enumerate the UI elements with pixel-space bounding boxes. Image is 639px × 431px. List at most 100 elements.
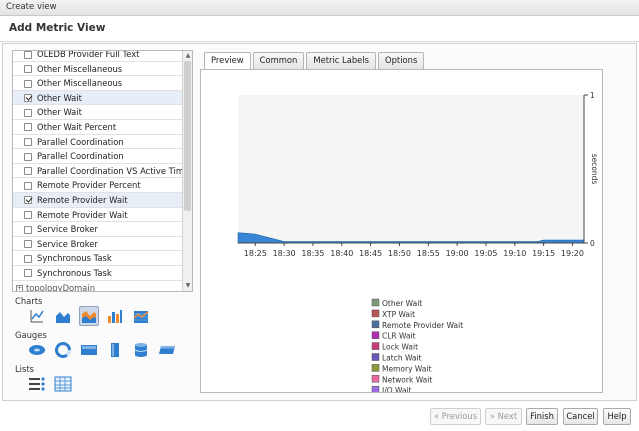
metric-label: Remote Provider Percent xyxy=(37,180,141,191)
metric-list-item[interactable]: Service Broker xyxy=(13,222,183,237)
x-tick-label: 19:10 xyxy=(503,249,526,258)
metric-label: Other Miscellaneous xyxy=(37,78,123,89)
metric-label: Other Wait Percent xyxy=(37,121,117,132)
metric-checkbox[interactable] xyxy=(24,152,32,161)
bar-chart-icon[interactable] xyxy=(105,306,125,326)
grid-table-icon[interactable] xyxy=(53,374,73,394)
metric-checkbox[interactable] xyxy=(24,51,32,59)
tab-options[interactable]: Options xyxy=(378,52,425,69)
legend-label: Latch Wait xyxy=(382,354,422,363)
finish-button[interactable]: Finish xyxy=(526,408,558,425)
metric-label: Parallel Coordination xyxy=(37,151,124,162)
metric-checkbox[interactable] xyxy=(24,138,32,147)
metric-checkbox[interactable] xyxy=(24,240,32,249)
metric-label: Synchronous Task xyxy=(37,267,112,278)
metric-list-item[interactable]: Remote Provider Wait xyxy=(13,208,183,223)
help-button[interactable]: Help xyxy=(603,408,631,425)
metric-list-item[interactable]: Synchronous Task xyxy=(13,266,183,281)
metric-checkbox[interactable] xyxy=(24,94,32,103)
legend-swatch xyxy=(371,353,380,361)
metric-checkbox[interactable] xyxy=(24,123,32,132)
cylinder-gauge-icon[interactable] xyxy=(131,340,151,360)
metric-label: Parallel Coordination xyxy=(37,136,124,147)
expand-icon[interactable]: + xyxy=(16,284,23,291)
metric-checkbox[interactable] xyxy=(24,181,32,190)
metric-checkbox[interactable] xyxy=(24,167,32,176)
line-chart-icon[interactable] xyxy=(27,306,47,326)
metric-list-item[interactable]: Parallel Coordination xyxy=(13,149,183,164)
legend-label: Remote Provider Wait xyxy=(382,321,463,330)
legend-swatch xyxy=(371,385,380,394)
legend-label: Lock Wait xyxy=(382,343,418,352)
stacked-area-chart-icon[interactable] xyxy=(79,306,99,326)
horizontal-bar-gauge-icon[interactable] xyxy=(157,340,177,360)
tab-common[interactable]: Common xyxy=(252,52,305,69)
metric-checklist[interactable]: OLEDB Provider Full Text Other Miscellane… xyxy=(12,50,193,292)
tree-group-label: topologyDomain xyxy=(26,282,96,292)
combo-chart-icon[interactable] xyxy=(131,306,151,326)
metric-checkbox[interactable] xyxy=(24,211,32,220)
list-scrollbar[interactable]: ▲ ▼ xyxy=(182,51,192,291)
previous-button[interactable]: « Previous xyxy=(430,408,481,425)
metric-list-item[interactable]: Other Miscellaneous xyxy=(13,62,183,77)
rectangle-gauge-icon[interactable] xyxy=(79,340,99,360)
preview-chart: 18:25 18:30 18:35 18:40 18:45 18:50 18:55 19:00… xyxy=(237,91,599,417)
metric-list-item[interactable]: Remote Provider Percent xyxy=(13,178,183,193)
x-tick-label: 19:20 xyxy=(561,249,584,258)
metric-checkbox[interactable] xyxy=(24,196,32,205)
metric-list-item[interactable]: Parallel Coordination xyxy=(13,135,183,150)
scroll-down-arrow-icon[interactable]: ▼ xyxy=(184,282,192,290)
metric-list-item[interactable]: Remote Provider Wait xyxy=(13,192,183,208)
metric-checkbox[interactable] xyxy=(24,269,32,278)
legend-swatch xyxy=(371,375,380,383)
metric-list-item[interactable]: Other Wait xyxy=(13,105,183,120)
tree-group-row[interactable]: + topologyDomain xyxy=(13,281,183,292)
metric-label: OLEDB Provider Full Text xyxy=(37,50,140,59)
y-axis-label: seconds xyxy=(590,154,599,185)
metric-checkbox[interactable] xyxy=(24,225,32,234)
bullet-list-icon[interactable] xyxy=(27,374,47,394)
metric-list-item[interactable]: Other Wait xyxy=(13,90,183,106)
metric-list-item[interactable]: Parallel Coordination VS Active Time xyxy=(13,164,189,179)
ring-gauge-icon[interactable] xyxy=(53,340,73,360)
cancel-button[interactable]: Cancel xyxy=(563,408,598,425)
gauges-section-label: Gauges xyxy=(15,330,47,340)
metric-label: Service Broker xyxy=(37,238,98,249)
metric-list-item[interactable]: Service Broker xyxy=(13,237,183,252)
metric-checkbox[interactable] xyxy=(24,65,32,74)
footer-bar: « Previous » Next Finish Cancel Help xyxy=(0,402,639,431)
metric-label: Other Miscellaneous xyxy=(37,63,123,74)
next-button[interactable]: » Next xyxy=(485,408,522,425)
oval-gauge-icon[interactable] xyxy=(27,340,47,360)
scroll-thumb[interactable] xyxy=(184,61,191,211)
x-tick-label: 19:05 xyxy=(474,249,497,258)
metric-list-item[interactable]: Other Miscellaneous xyxy=(13,76,183,91)
metric-list-item[interactable]: OLEDB Provider Full Text xyxy=(13,50,183,62)
legend-label: Other Wait xyxy=(382,299,422,308)
legend-swatch xyxy=(371,298,380,307)
lists-section-label: Lists xyxy=(15,364,35,374)
x-tick-label: 18:40 xyxy=(330,249,353,258)
x-tick-label: 18:25 xyxy=(244,249,267,258)
y-tick-label: 1 xyxy=(590,91,595,100)
legend-swatch xyxy=(371,320,380,329)
area-chart-icon[interactable] xyxy=(53,306,73,326)
preview-panel: 18:25 18:30 18:35 18:40 18:45 18:50 18:55 19:00… xyxy=(200,69,603,417)
metric-list-item[interactable]: Other Wait Percent xyxy=(13,120,183,135)
x-tick-label: 18:45 xyxy=(359,249,382,258)
legend-swatch xyxy=(371,364,380,372)
gauge-type-palette xyxy=(27,340,177,360)
metric-list-item[interactable]: Synchronous Task xyxy=(13,251,183,266)
metric-checkbox[interactable] xyxy=(24,254,32,263)
metric-checkbox[interactable] xyxy=(24,108,32,117)
view-tabs: Preview Common Metric Labels Options xyxy=(204,52,425,71)
vertical-bar-gauge-icon[interactable] xyxy=(105,340,125,360)
tab-metric-labels[interactable]: Metric Labels xyxy=(306,52,376,69)
y-tick-label: 0 xyxy=(590,239,595,248)
metric-checkbox[interactable] xyxy=(24,79,32,88)
legend-swatch xyxy=(371,309,380,318)
legend-swatch xyxy=(371,331,380,339)
chart-type-palette xyxy=(27,306,151,326)
scroll-up-arrow-icon[interactable]: ▲ xyxy=(184,52,192,60)
x-tick-label: 18:35 xyxy=(301,249,324,258)
